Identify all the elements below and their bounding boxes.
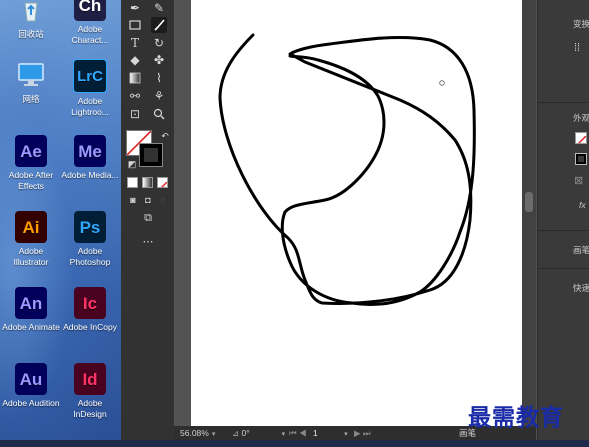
tools-panel: ✒ ✎ T ↻ ◆ ✤ ⌇ ⚯ ⚘ ⊡ ↶ ◩ ◙ ◘ ◌ ⧉ ⋯ — [121, 0, 175, 440]
draw-behind-icon[interactable]: ◘ — [140, 192, 156, 208]
desktop-icon-photoshop[interactable]: Ps Adobe Photoshop — [61, 211, 119, 268]
none-mode-button[interactable] — [157, 177, 168, 188]
paintbrush-tool-icon[interactable] — [151, 17, 167, 33]
desktop-icon-incopy[interactable]: Ic Adobe InCopy — [61, 287, 119, 333]
edit-toolbar-icon[interactable]: ⋯ — [140, 234, 156, 250]
desktop-icon-media-encoder[interactable]: Me Adobe Media... — [61, 135, 119, 181]
rectangle-tool-icon[interactable] — [127, 17, 143, 33]
chevron-down-icon: ▾ — [344, 431, 348, 438]
watermark-text: 最需教育 — [468, 404, 564, 431]
pen-tool-icon[interactable]: ✒ — [127, 0, 143, 16]
transform-section-label: 变换 — [573, 19, 589, 29]
panel-divider — [538, 268, 589, 269]
desktop-icon-character-animator[interactable]: Ch Adobe Charact... — [61, 0, 119, 46]
rotate-tool-icon[interactable]: ↻ — [151, 35, 167, 51]
vertical-scrollbar[interactable] — [522, 0, 536, 426]
shape-builder-tool-icon[interactable]: ✤ — [151, 52, 167, 68]
desktop-icon-illustrator[interactable]: Ai Adobe Illustrator — [2, 211, 60, 268]
desktop-icon-label: Adobe Media... — [61, 170, 119, 180]
last-artboard-icon[interactable]: ⏭ — [363, 428, 371, 438]
brush-section-label: 画笔 — [573, 245, 589, 255]
screen-mode-icon[interactable]: ⧉ — [140, 210, 156, 226]
desktop-icon-label: 网络 — [22, 94, 40, 104]
desktop-icon-after-effects[interactable]: Ae Adobe After Effects — [2, 135, 60, 192]
swap-fill-stroke-icon[interactable]: ↶ — [157, 128, 173, 144]
opacity-icon[interactable]: ⊠ — [574, 174, 589, 187]
artboard-tool-icon[interactable]: ⊡ — [127, 106, 143, 122]
gradient-tool-icon[interactable] — [127, 70, 143, 86]
eraser-tool-icon[interactable]: ◆ — [127, 52, 143, 68]
draw-inside-icon[interactable]: ◌ — [155, 192, 171, 208]
eyedropper-tool-icon[interactable]: ⌇ — [151, 70, 167, 86]
indesign-icon: Id — [74, 363, 106, 395]
draw-normal-icon[interactable]: ◙ — [125, 192, 141, 208]
next-artboard-icon[interactable]: ▶ — [354, 428, 361, 438]
desktop-icon-lightroom[interactable]: LrC Adobe Lightroo... — [61, 59, 119, 118]
panel-divider — [538, 230, 589, 231]
artboard-navigation[interactable]: ⏮ ◀ 1 ▾ ▶ ⏭ — [289, 428, 371, 438]
chevron-down-icon: ▾ — [211, 431, 216, 438]
animate-icon: An — [15, 287, 47, 319]
appearance-section-label: 外观 — [573, 113, 589, 123]
panel-divider — [538, 102, 589, 103]
color-mode-button[interactable] — [127, 177, 138, 188]
desktop-icon-label: Adobe Audition — [2, 398, 60, 408]
brush-stroke-path[interactable] — [191, 0, 522, 426]
audition-icon: Au — [15, 363, 47, 395]
quick-actions-label: 快速 — [573, 283, 589, 293]
default-fill-stroke-icon[interactable]: ◩ — [124, 156, 140, 172]
live-paint-tool-icon[interactable]: ⚘ — [151, 88, 167, 104]
desktop-icon-network[interactable]: 网络 — [2, 59, 60, 105]
stroke-swatch-small[interactable] — [575, 153, 587, 165]
desktop-icon-animate[interactable]: An Adobe Animate — [2, 287, 60, 333]
rotation-field[interactable]: ⊿ 0° ▾ — [232, 428, 285, 438]
properties-panel: 变换 ⁞⁞ 外观 ⊠ fx 画笔 快速 — [537, 0, 589, 440]
character-animator-icon: Ch — [74, 0, 106, 21]
photoshop-icon: Ps — [74, 211, 106, 243]
desktop-icon-label: Adobe InCopy — [63, 322, 117, 332]
gradient-mode-button[interactable] — [142, 177, 153, 188]
stroke-swatch[interactable] — [139, 143, 163, 167]
artboard-number-field[interactable]: 1 — [313, 428, 318, 438]
desktop-icon-indesign[interactable]: Id Adobe InDesign — [61, 363, 119, 420]
illustrator-icon: Ai — [15, 211, 47, 243]
desktop-icon-label: Adobe Photoshop — [69, 246, 111, 267]
fill-none-swatch[interactable] — [575, 132, 587, 144]
windows-taskbar — [0, 440, 589, 447]
desktop-icon-label: Adobe Charact... — [71, 24, 109, 45]
desktop-icon-label: Adobe InDesign — [73, 398, 107, 419]
type-tool-icon[interactable]: T — [127, 35, 143, 51]
chevron-down-icon: ▾ — [281, 431, 286, 438]
blend-tool-icon[interactable]: ⚯ — [127, 88, 143, 104]
rotate-view-icon: ⊿ — [232, 428, 240, 438]
desktop-icon-recycle-bin[interactable]: 回收站 — [2, 0, 60, 40]
lightroom-icon: LrC — [73, 59, 107, 93]
desktop-icon-label: 回收站 — [18, 29, 44, 39]
vertical-scrollbar-thumb[interactable] — [525, 192, 533, 212]
desktop-icon-label: Adobe Illustrator — [13, 246, 49, 267]
recycle-bin-icon — [15, 0, 47, 26]
media-encoder-icon: Me — [74, 135, 106, 167]
brush-cursor-icon — [439, 80, 445, 86]
desktop-icon-label: Adobe Animate — [2, 322, 60, 332]
desktop-icon-label: Adobe Lightroo... — [71, 96, 109, 117]
fx-button[interactable]: fx — [579, 200, 589, 210]
zoom-level-field[interactable]: 56.08% ▾ — [180, 428, 215, 438]
first-artboard-icon[interactable]: ⏮ — [289, 428, 297, 438]
reference-point-icon[interactable]: ⁞⁞ — [574, 42, 589, 54]
after-effects-icon: Ae — [15, 135, 47, 167]
network-monitor-icon — [15, 59, 47, 91]
zoom-tool-icon[interactable] — [151, 106, 167, 122]
desktop-icon-label: Adobe After Effects — [8, 170, 54, 191]
desktop-icon-audition[interactable]: Au Adobe Audition — [2, 363, 60, 409]
pencil-tool-icon[interactable]: ✎ — [151, 0, 167, 16]
incopy-icon: Ic — [74, 287, 106, 319]
previous-artboard-icon[interactable]: ◀ — [299, 428, 307, 438]
